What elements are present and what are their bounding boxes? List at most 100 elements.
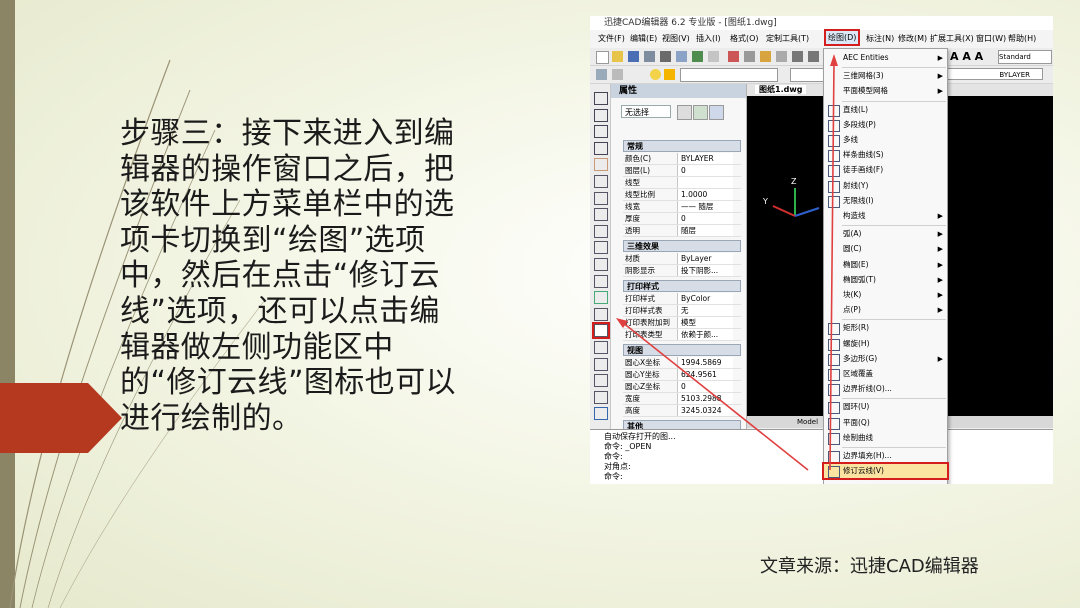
text-style-icon[interactable]: A A A bbox=[950, 50, 983, 63]
layer-state-icon[interactable] bbox=[612, 69, 623, 80]
draw-menu-item[interactable]: 螺旋(H) bbox=[824, 337, 947, 351]
draw-menu-item[interactable]: 无限线(I) bbox=[824, 194, 947, 208]
draw-menu-item[interactable]: 多线 bbox=[824, 133, 947, 147]
draw-menu-item[interactable]: 徒手画线(F) bbox=[824, 163, 947, 178]
paste-icon[interactable] bbox=[760, 51, 771, 62]
menu-item-8[interactable]: 修改(M) bbox=[898, 33, 927, 44]
draw-menu-item[interactable]: 区域覆盖 bbox=[824, 367, 947, 381]
props-section-header[interactable]: 打印样式 bbox=[623, 280, 741, 292]
props-row[interactable]: 圆心Y坐标 624.9561 bbox=[623, 369, 741, 381]
command-window[interactable]: 自动保存打开的图... 命令: _OPEN 命令: 对角点: 命令: bbox=[590, 429, 1053, 484]
menu-item-6[interactable]: 绘图(D) bbox=[823, 29, 861, 46]
props-row[interactable]: 高度 3245.0324 bbox=[623, 405, 741, 417]
copy-icon[interactable] bbox=[744, 51, 755, 62]
props-row[interactable]: 阴影显示 投下阴影... bbox=[623, 265, 741, 277]
polyline-icon[interactable] bbox=[594, 108, 608, 122]
menu-item-5[interactable]: 定制工具(T) bbox=[766, 33, 809, 44]
draw-menu-item[interactable]: 构造线 ▶ bbox=[824, 209, 947, 223]
props-row[interactable]: 线宽 —— 随层 bbox=[623, 201, 741, 213]
draw-menu-item[interactable]: AEC Entities ▶ bbox=[824, 51, 947, 65]
draw-menu-item[interactable]: 块(K) ▶ bbox=[824, 288, 947, 302]
menu-item-2[interactable]: 视图(V) bbox=[662, 33, 690, 44]
draw-menu-item[interactable]: 圆环(U) bbox=[824, 400, 947, 415]
props-row[interactable]: 线型 bbox=[623, 177, 741, 189]
props-row[interactable]: 材质 ByLayer bbox=[623, 253, 741, 265]
props-row[interactable]: 透明 随层 bbox=[623, 225, 741, 237]
draw-menu-item[interactable]: 多段线(P) bbox=[824, 118, 947, 132]
props-row[interactable]: 颜色(C) BYLAYER bbox=[623, 153, 741, 165]
make-block-icon[interactable] bbox=[594, 407, 608, 421]
props-section-header[interactable]: 常规 bbox=[623, 140, 741, 152]
lineweight-select[interactable]: BYLAYER bbox=[940, 68, 1043, 80]
quick-select-icon[interactable] bbox=[709, 105, 724, 120]
draw-menu-item[interactable]: 弧(A) ▶ bbox=[824, 227, 947, 241]
save-icon[interactable] bbox=[628, 51, 639, 62]
menu-item-4[interactable]: 格式(O) bbox=[730, 33, 759, 44]
light-bulb-icon[interactable] bbox=[650, 69, 661, 80]
spell-icon[interactable] bbox=[708, 51, 719, 62]
props-row[interactable]: 圆心X坐标 1994.5869 bbox=[623, 357, 741, 369]
find-icon[interactable] bbox=[692, 51, 703, 62]
draw-menu-item[interactable]: 边界折线(O)... bbox=[824, 382, 947, 397]
saveas-icon[interactable] bbox=[644, 51, 655, 62]
boundary-icon[interactable] bbox=[594, 307, 608, 321]
props-row[interactable]: 打印样式 ByColor bbox=[623, 293, 741, 305]
menu-item-0[interactable]: 文件(F) bbox=[598, 33, 625, 44]
props-row[interactable]: 打印表类型 依赖于颜... bbox=[623, 329, 741, 341]
ellipse-icon[interactable] bbox=[594, 208, 608, 222]
new-icon[interactable] bbox=[596, 51, 609, 64]
sun-icon[interactable] bbox=[664, 69, 675, 80]
layer-manager-icon[interactable] bbox=[596, 69, 607, 80]
rectangle-icon[interactable] bbox=[594, 258, 608, 271]
point-icon[interactable] bbox=[594, 241, 608, 255]
draw-menu-item[interactable]: 样条曲线(S) bbox=[824, 148, 947, 163]
insert-block-icon[interactable] bbox=[594, 390, 608, 404]
draw-menu-item[interactable]: 射线(Y) bbox=[824, 179, 947, 193]
props-section-header[interactable]: 视图 bbox=[623, 344, 741, 356]
tab-drawing1[interactable]: 图纸1.dwg bbox=[755, 85, 807, 94]
props-row[interactable]: 图层(L) 0 bbox=[623, 165, 741, 177]
curve-icon[interactable] bbox=[594, 374, 608, 388]
props-row[interactable]: 厚度 0 bbox=[623, 213, 741, 225]
menu-item-3[interactable]: 插入(I) bbox=[696, 33, 721, 44]
menu-item-9[interactable]: 扩展工具(X) bbox=[930, 33, 974, 44]
print-icon[interactable] bbox=[660, 51, 671, 62]
draw-menu-item[interactable]: 圆(C) ▶ bbox=[824, 242, 947, 256]
draw-menu-item[interactable]: 多边形(G) ▶ bbox=[824, 352, 947, 366]
preview-icon[interactable] bbox=[676, 51, 687, 62]
draw-menu-item[interactable]: 平面(Q) bbox=[824, 416, 947, 430]
plane-icon[interactable] bbox=[594, 357, 608, 371]
props-row[interactable]: 圆心Z坐标 0 bbox=[623, 381, 741, 393]
redo-icon[interactable] bbox=[808, 51, 819, 62]
circle-icon[interactable] bbox=[594, 175, 608, 188]
menu-item-11[interactable]: 帮助(H) bbox=[1008, 33, 1036, 44]
line-icon[interactable] bbox=[594, 92, 608, 105]
freehand-icon[interactable] bbox=[594, 158, 608, 172]
toggle-pickadd-icon[interactable] bbox=[677, 105, 692, 120]
draw-menu-item[interactable]: 绘制曲线 bbox=[824, 431, 947, 445]
revcloud-icon[interactable] bbox=[592, 322, 610, 340]
open-icon[interactable] bbox=[612, 51, 623, 62]
draw-menu-item[interactable]: 平面模型网格 ▶ bbox=[824, 84, 947, 98]
draw-menu-item[interactable]: 椭圆(E) ▶ bbox=[824, 258, 947, 272]
menu-item-1[interactable]: 编辑(E) bbox=[630, 33, 657, 44]
draw-menu-item[interactable]: 点(P) ▶ bbox=[824, 303, 947, 317]
cut-icon[interactable] bbox=[728, 51, 739, 62]
draw-menu-item[interactable]: 直线(L) bbox=[824, 103, 947, 117]
props-row[interactable]: 打印表附加到 模型 bbox=[623, 317, 741, 329]
props-section-header[interactable]: 三维效果 bbox=[623, 240, 741, 252]
select-objects-icon[interactable] bbox=[693, 105, 708, 120]
region-icon[interactable] bbox=[594, 291, 608, 305]
style-select[interactable]: Standard bbox=[998, 50, 1052, 64]
multiline-icon[interactable] bbox=[594, 125, 608, 139]
arc-icon[interactable] bbox=[594, 191, 608, 205]
hatch-icon[interactable] bbox=[594, 274, 608, 288]
spline-icon[interactable] bbox=[594, 141, 608, 155]
props-row[interactable]: 线型比例 1.0000 bbox=[623, 189, 741, 201]
draw-menu-item[interactable]: 三维网格(3) ▶ bbox=[824, 69, 947, 83]
matchprop-icon[interactable] bbox=[776, 51, 787, 62]
undo-icon[interactable] bbox=[792, 51, 803, 62]
helix-icon[interactable] bbox=[594, 341, 608, 354]
draw-menu-item[interactable]: 边界填充(H)... bbox=[824, 449, 947, 463]
donut-icon[interactable] bbox=[594, 224, 608, 238]
